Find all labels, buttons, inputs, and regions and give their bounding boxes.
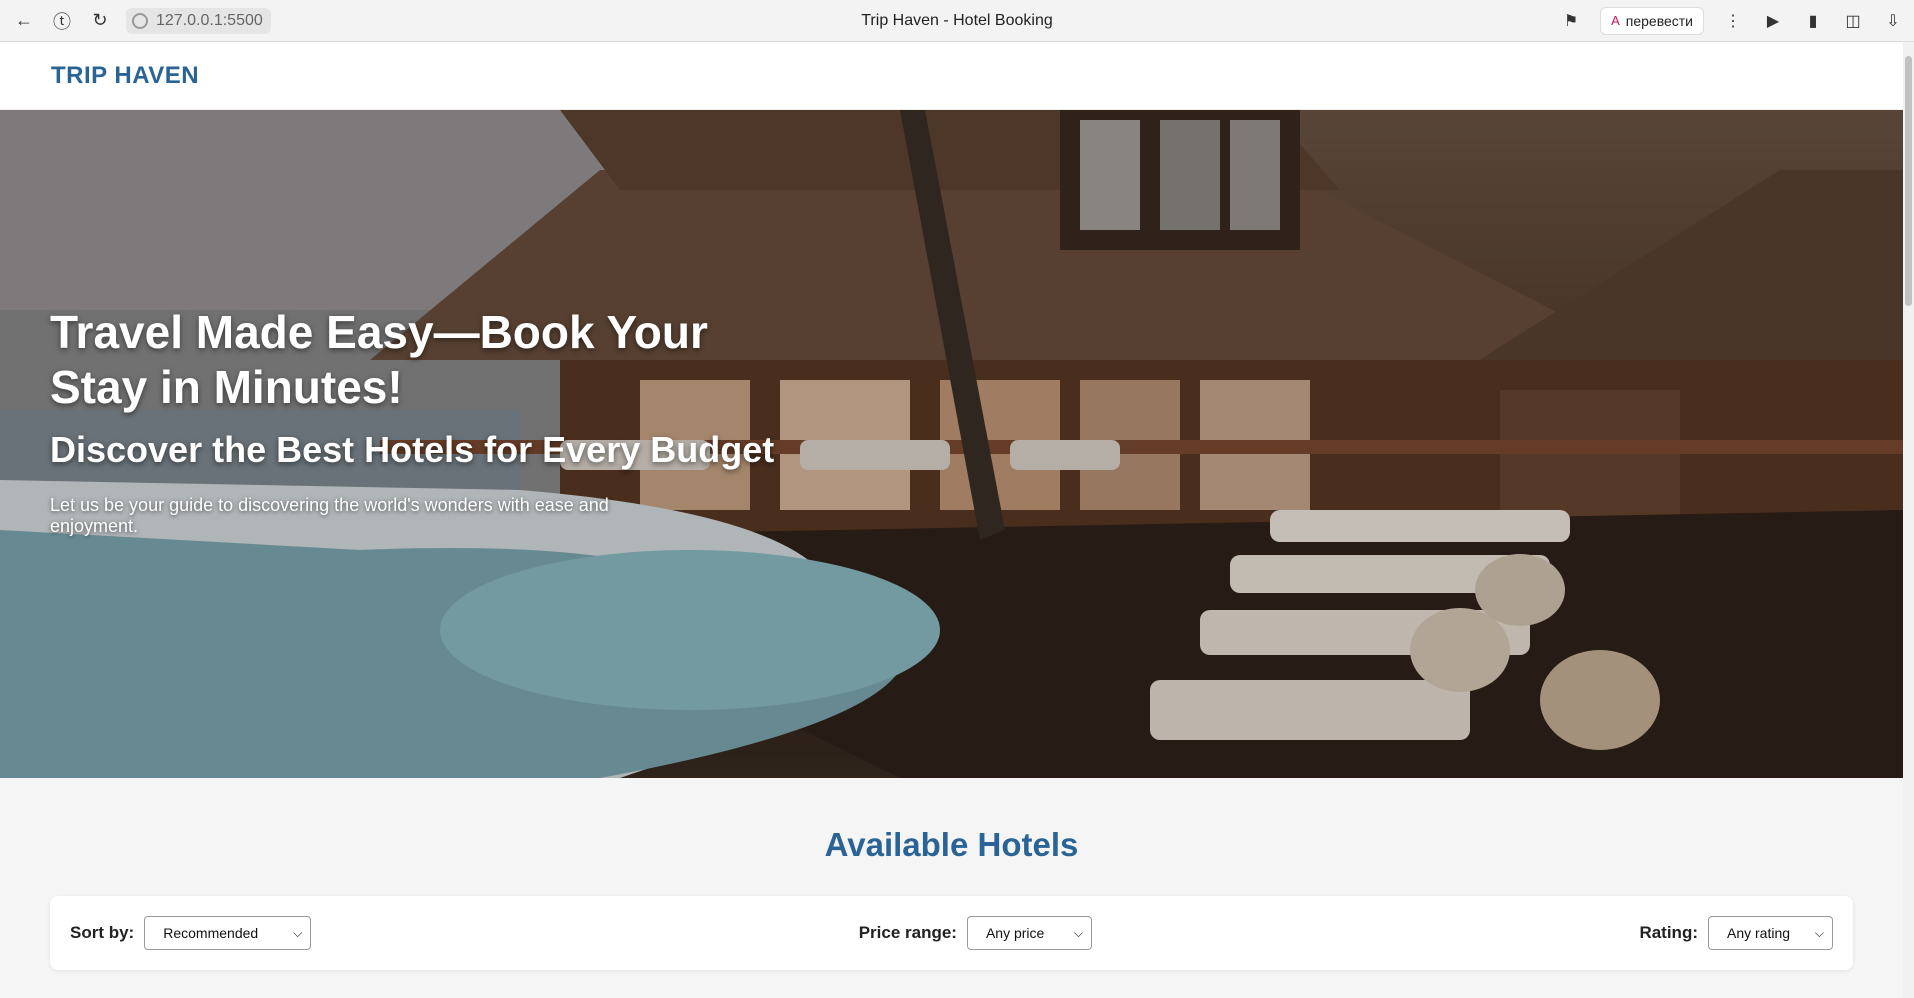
page-scrollbar[interactable] — [1903, 42, 1914, 998]
price-filter: Price range: Any price ⌵ — [859, 916, 1092, 950]
yandex-icon[interactable]: ⓣ — [48, 7, 76, 35]
sort-filter: Sort by: Recommended ⌵ — [70, 916, 312, 950]
back-icon[interactable]: ← — [10, 7, 38, 35]
chevron-down-icon: ⌵ — [1073, 925, 1083, 940]
translate-icon: A — [1611, 13, 1620, 28]
rating-value: Any rating — [1726, 925, 1791, 941]
price-label: Price range: — [858, 923, 957, 942]
browser-toolbar: ← ⓣ ↻ 127.0.0.1:5500 Trip Haven - Hotel … — [0, 0, 1914, 42]
rating-select[interactable]: Any rating ⌵ — [1707, 916, 1833, 950]
translate-button[interactable]: A перевести — [1600, 6, 1704, 35]
battery-icon[interactable]: ▮ — [1802, 10, 1824, 32]
hero-description: Let us be your guide to discovering the … — [50, 495, 609, 536]
price-select[interactable]: Any price ⌵ — [966, 916, 1092, 950]
download-icon[interactable]: ⇩ — [1882, 10, 1904, 32]
sort-select[interactable]: Recommended ⌵ — [144, 916, 312, 950]
media-icon[interactable]: ▶ — [1762, 10, 1784, 32]
site-logo[interactable]: TRIP HAVEN — [51, 62, 199, 90]
translate-label: перевести — [1625, 12, 1693, 29]
sort-label: Sort by: — [70, 923, 135, 942]
scrollbar-thumb[interactable] — [1905, 56, 1912, 306]
extensions-icon[interactable]: ◫ — [1842, 10, 1864, 32]
rating-label: Rating: — [1639, 923, 1698, 942]
bookmark-icon[interactable]: ⚑ — [1560, 10, 1582, 32]
hero-text: Travel Made Easy—Book Your Stay in Minut… — [50, 305, 790, 537]
site-info-icon[interactable] — [132, 12, 148, 29]
price-value: Any price — [985, 925, 1045, 941]
rating-filter: Rating: Any rating ⌵ — [1639, 916, 1833, 950]
hero-subtitle: Discover the Best Hotels for Every Budge… — [50, 429, 775, 470]
hero-banner: Travel Made Easy—Book Your Stay in Minut… — [0, 110, 1903, 778]
filters-bar: Sort by: Recommended ⌵ Price range: Any … — [50, 896, 1853, 970]
section-title: Available Hotels — [824, 826, 1079, 863]
site-header: TRIP HAVEN — [0, 42, 1914, 110]
hero-title: Travel Made Easy—Book Your Stay in Minut… — [50, 306, 708, 413]
address-bar[interactable]: 127.0.0.1:5500 — [126, 7, 271, 34]
url-text: 127.0.0.1:5500 — [156, 11, 263, 29]
sort-value: Recommended — [163, 925, 259, 941]
chevron-down-icon: ⌵ — [293, 925, 303, 940]
more-icon[interactable]: ⋮ — [1722, 10, 1744, 32]
reload-icon[interactable]: ↻ — [86, 7, 114, 35]
chevron-down-icon: ⌵ — [1814, 925, 1824, 940]
